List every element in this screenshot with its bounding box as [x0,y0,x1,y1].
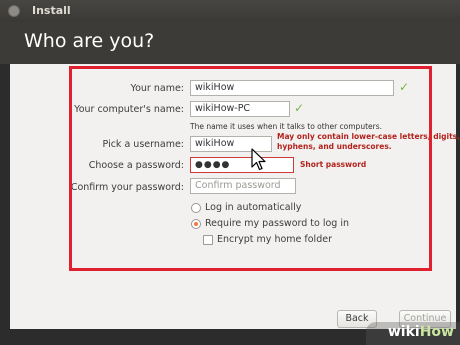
watermark-prefix: wiki [387,324,420,340]
mouse-cursor-icon [251,148,266,171]
window-title: Install [32,4,71,17]
watermark-suffix: How [419,324,454,340]
wikihow-watermark: wikiHow [366,322,460,345]
window-titlebar: Install [0,0,460,22]
watermark-text: wikiHow [388,324,454,340]
page-title: Who are you? [24,30,155,52]
close-window-button[interactable] [8,5,20,17]
